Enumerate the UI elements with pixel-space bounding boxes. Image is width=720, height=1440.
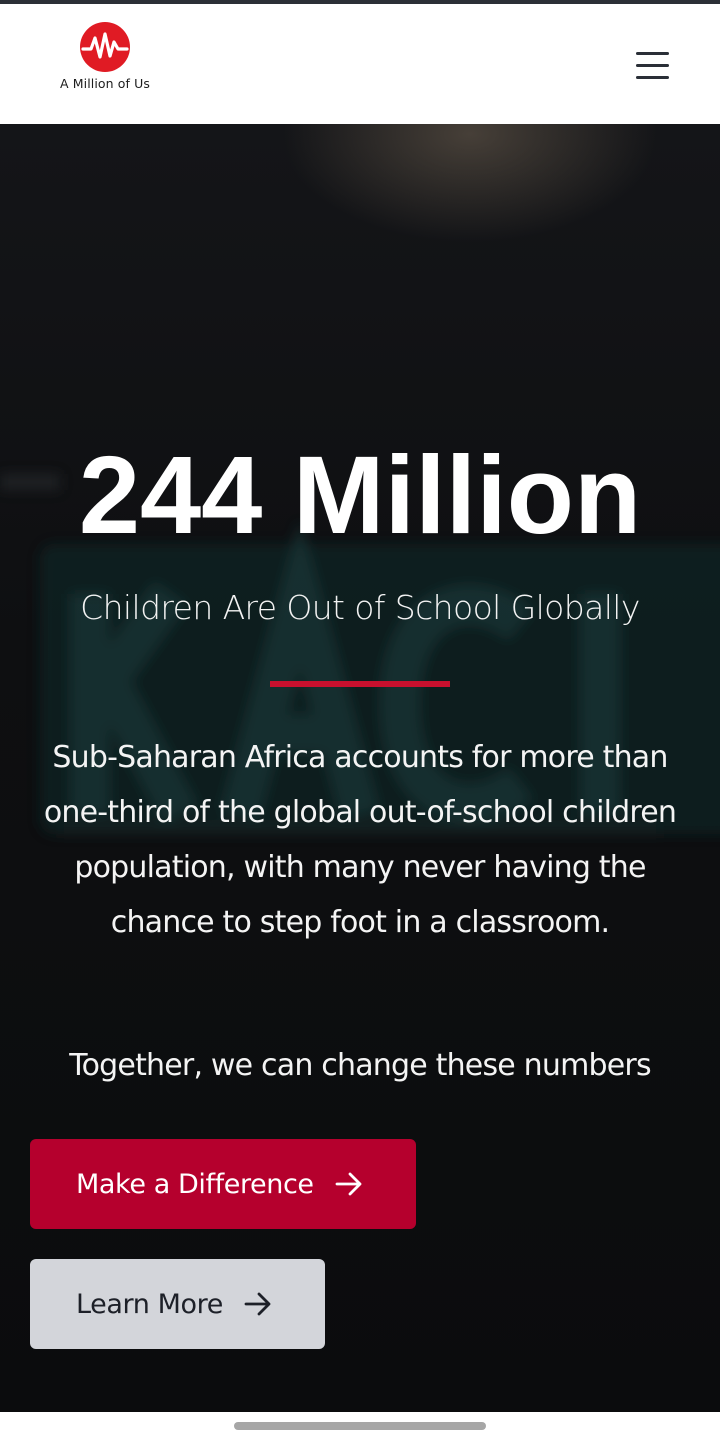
make-a-difference-button[interactable]: Make a Difference [30,1139,416,1229]
logo-text: A Million of Us [60,76,150,91]
site-logo[interactable]: A Million of Us [58,18,152,98]
menu-bar [636,52,669,55]
hero-stat-caption: Children Are Out of School Globally [80,588,640,627]
hamburger-menu-icon[interactable] [628,44,676,86]
section-divider [270,681,450,687]
arrow-right-icon [244,1292,271,1316]
hero-description: Sub-Saharan Africa accounts for more tha… [43,740,677,940]
hero-tagline: Together, we can change these numbers [69,1048,651,1083]
menu-bar [636,64,669,67]
learn-more-label: Learn More [76,1288,223,1320]
hero-stat-number: 244 Million [78,434,642,557]
arrow-right-icon [335,1172,362,1196]
home-indicator[interactable] [234,1422,486,1430]
make-a-difference-label: Make a Difference [76,1168,314,1200]
hero-section: 244 Million Children Are Out of School G… [0,124,720,1412]
menu-bar [636,76,669,79]
system-navigation-bar [0,1412,720,1440]
pulse-wave-logo-icon [80,22,130,72]
site-header: A Million of Us [0,4,720,124]
learn-more-button[interactable]: Learn More [30,1259,325,1349]
